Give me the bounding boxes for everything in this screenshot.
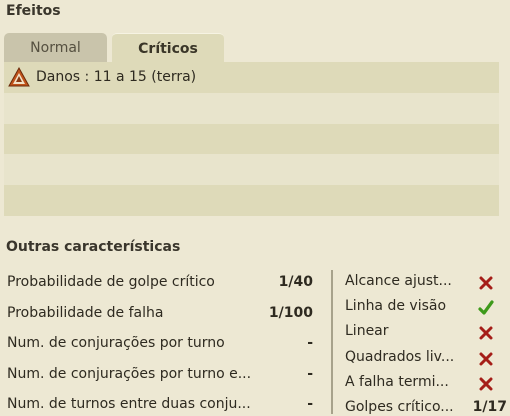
effect-row: Danos : 11 a 15 (terra) — [4, 62, 499, 93]
spell-flags-list: Alcance ajust... Linha de visão Linear Q… — [345, 271, 507, 416]
linear-row: Linear — [345, 321, 507, 346]
turns-between-casts-row: Num. de turnos entre duas conju... - — [7, 392, 319, 416]
modifiable-range-label: Alcance ajust... — [345, 273, 452, 289]
failure-chance-label: Probabilidade de falha — [7, 304, 164, 321]
casts-per-turn-row: Num. de conjurações por turno - — [7, 331, 319, 362]
effect-text: Danos : 11 a 15 (terra) — [36, 69, 197, 86]
effect-row — [4, 154, 499, 186]
turns-between-casts-label: Num. de turnos entre duas conju... — [7, 396, 251, 412]
failure-chance-row: Probabilidade de falha 1/100 — [7, 301, 319, 332]
line-of-sight-row: Linha de visão — [345, 296, 507, 321]
failure-ends-turn-row: A falha termi... — [345, 372, 507, 397]
effects-tabs: Normal Críticos — [4, 33, 224, 63]
critical-chance-label: Probabilidade de golpe crítico — [7, 274, 215, 290]
cross-icon — [479, 326, 493, 340]
free-cells-label: Quadrados liv... — [345, 348, 455, 365]
free-cells-row: Quadrados liv... — [345, 347, 507, 372]
cross-icon — [479, 377, 493, 391]
effects-title: Efeitos — [6, 3, 61, 19]
line-of-sight-label: Linha de visão — [345, 298, 447, 315]
earth-damage-icon — [8, 67, 30, 87]
casts-per-turn-label: Num. de conjurações por turno — [7, 335, 225, 351]
tab-critical[interactable]: Críticos — [112, 33, 224, 63]
critical-hits-value: 1/17 — [472, 398, 507, 415]
cross-icon — [479, 352, 493, 366]
casts-per-turn-value: - — [307, 335, 313, 351]
column-divider — [331, 270, 333, 414]
linear-label: Linear — [345, 323, 389, 340]
casts-per-target-label: Num. de conjurações por turno e... — [7, 365, 252, 382]
failure-ends-turn-label: A falha termi... — [345, 373, 449, 390]
failure-chance-value: 1/100 — [268, 304, 313, 321]
other-characteristics-title: Outras características — [6, 239, 181, 255]
modifiable-range-row: Alcance ajust... — [345, 271, 507, 296]
casts-per-target-value: - — [307, 365, 313, 382]
effect-row — [4, 185, 499, 216]
cross-icon — [479, 276, 493, 290]
characteristics-list: Probabilidade de golpe crítico 1/40 Prob… — [7, 270, 319, 416]
casts-per-target-row: Num. de conjurações por turno e... - — [7, 362, 319, 393]
effects-list: Danos : 11 a 15 (terra) — [4, 62, 499, 216]
critical-hits-label: Golpes crítico... — [345, 398, 454, 415]
critical-hits-row: Golpes crítico... 1/17 — [345, 397, 507, 416]
critical-chance-row: Probabilidade de golpe crítico 1/40 — [7, 270, 319, 301]
turns-between-casts-value: - — [307, 396, 313, 412]
critical-chance-value: 1/40 — [278, 274, 313, 290]
effect-row — [4, 92, 499, 124]
effect-row — [4, 123, 499, 155]
tab-normal[interactable]: Normal — [4, 33, 107, 63]
check-icon — [478, 300, 494, 315]
